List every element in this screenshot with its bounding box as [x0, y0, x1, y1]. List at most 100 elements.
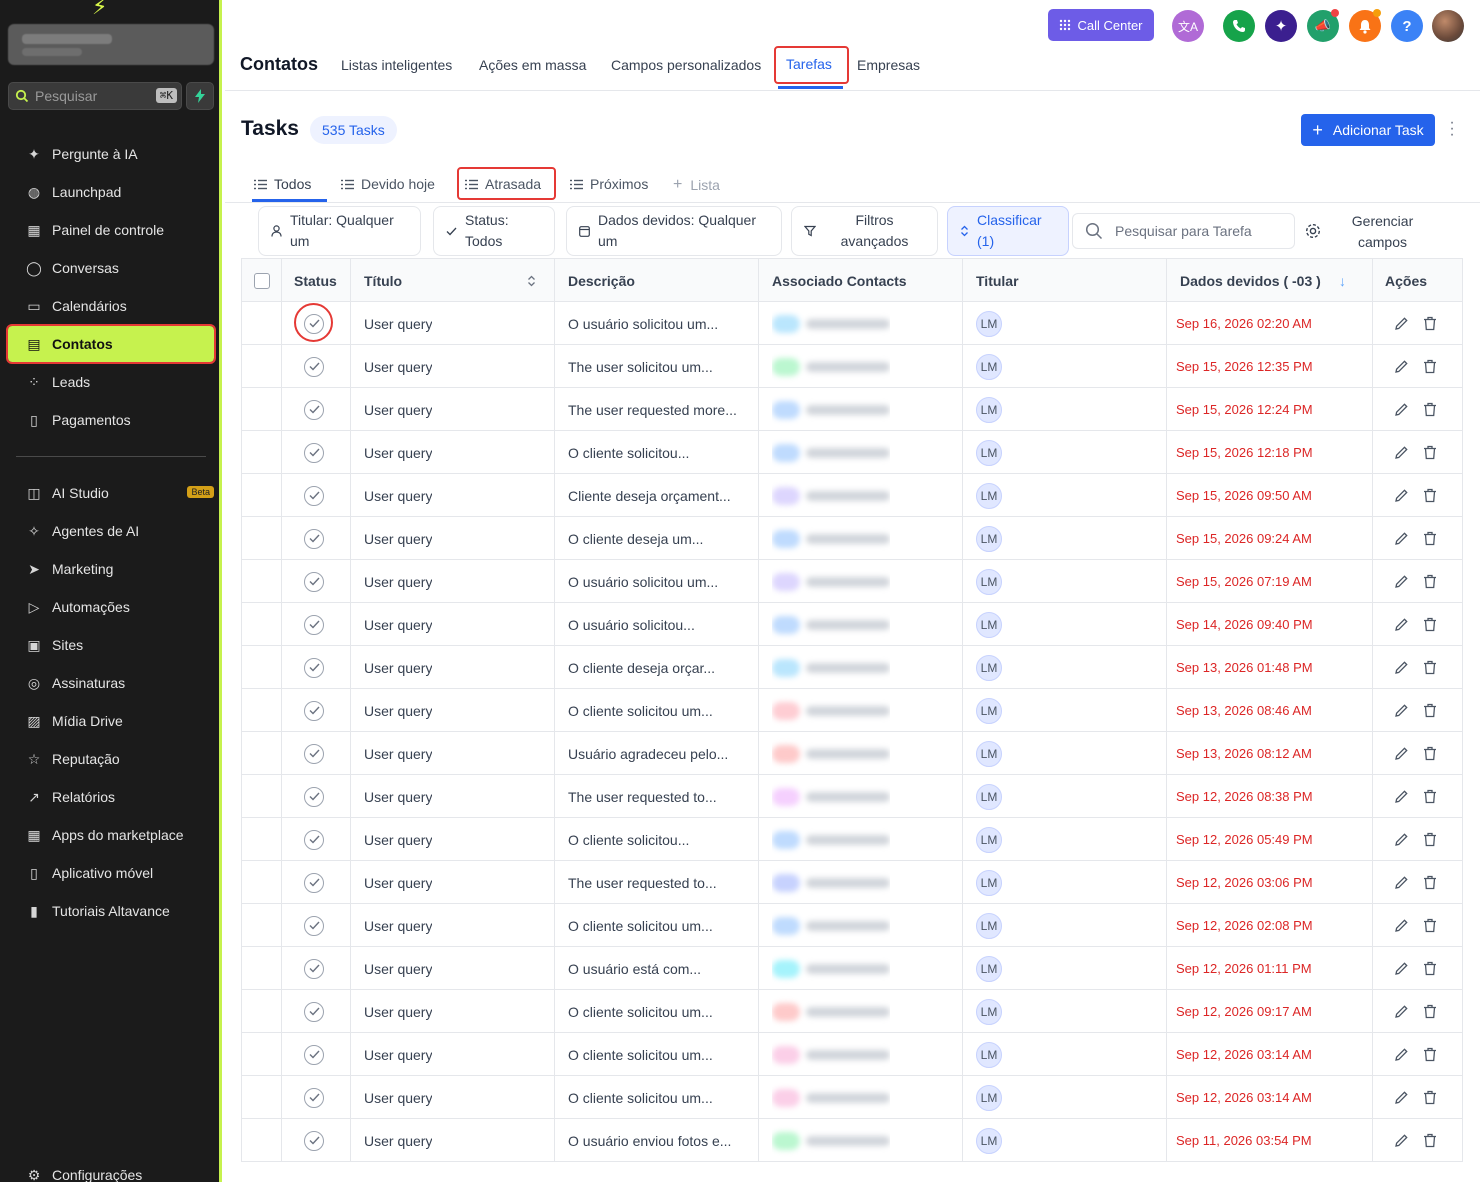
- task-title[interactable]: User query: [364, 818, 432, 861]
- associated-contact[interactable]: [772, 861, 890, 904]
- task-status-toggle[interactable]: [304, 431, 324, 474]
- table-row[interactable]: User query O usuário está com... LM Sep 12,…: [242, 947, 1462, 990]
- table-row[interactable]: User query O usuário enviou fotos e... LM S…: [242, 1119, 1462, 1162]
- task-title[interactable]: User query: [364, 689, 432, 732]
- sidebar-item-ai-studio[interactable]: ◫ AI Studio Beta: [8, 475, 214, 511]
- associated-contact[interactable]: [772, 904, 890, 947]
- edit-pencil-icon[interactable]: [1394, 574, 1409, 589]
- task-title[interactable]: User query: [364, 345, 432, 388]
- task-status-toggle[interactable]: [304, 861, 324, 904]
- trash-icon[interactable]: [1423, 1090, 1437, 1105]
- table-row[interactable]: User query Usuário agradeceu pelo... LM Sep…: [242, 732, 1462, 775]
- table-row[interactable]: User query O cliente solicitou um... LM Sep…: [242, 990, 1462, 1033]
- sidebar-item-apps-do-marketplace[interactable]: ▦ Apps do marketplace: [8, 817, 214, 853]
- add-task-button[interactable]: + Adicionar Task: [1301, 114, 1435, 146]
- table-row[interactable]: User query O cliente deseja um... LM Sep 15…: [242, 517, 1462, 560]
- task-status-toggle[interactable]: [304, 775, 324, 818]
- associated-contact[interactable]: [772, 474, 890, 517]
- sidebar-item-midia-drive[interactable]: ▨ Mídia Drive: [8, 703, 214, 739]
- task-status-toggle[interactable]: [304, 732, 324, 775]
- edit-pencil-icon[interactable]: [1394, 445, 1409, 460]
- tab-empresas[interactable]: Empresas: [857, 57, 920, 73]
- trash-icon[interactable]: [1423, 1004, 1437, 1019]
- check-circle-icon[interactable]: [304, 485, 324, 506]
- task-status-toggle[interactable]: [304, 1033, 324, 1076]
- associated-contact[interactable]: [772, 1119, 890, 1162]
- table-row[interactable]: User query O cliente deseja orçar... LM Sep…: [242, 646, 1462, 689]
- table-row[interactable]: User query The user solicitou um... LM Sep …: [242, 345, 1462, 388]
- sidebar-item-pergunte-a-ia[interactable]: ✦ Pergunte à IA: [8, 136, 214, 172]
- sidebar-item-painel-de-controle[interactable]: ▦ Painel de controle: [8, 212, 214, 248]
- task-status-toggle[interactable]: [304, 990, 324, 1033]
- edit-pencil-icon[interactable]: [1394, 660, 1409, 675]
- column-associated-contacts[interactable]: Associado Contacts: [772, 259, 907, 302]
- associated-contact[interactable]: [772, 388, 890, 431]
- edit-pencil-icon[interactable]: [1394, 1133, 1409, 1148]
- associated-contact[interactable]: [772, 732, 890, 775]
- owner-filter[interactable]: Titular: Qualquer um: [258, 206, 421, 256]
- check-circle-icon[interactable]: [304, 657, 324, 678]
- check-circle-icon[interactable]: [304, 829, 324, 850]
- task-search-input[interactable]: Pesquisar para Tarefa: [1072, 213, 1295, 249]
- edit-pencil-icon[interactable]: [1394, 746, 1409, 761]
- column-status[interactable]: Status: [294, 259, 337, 302]
- task-title[interactable]: User query: [364, 474, 432, 517]
- task-status-toggle[interactable]: [304, 474, 324, 517]
- trash-icon[interactable]: [1423, 703, 1437, 718]
- translate-button[interactable]: 文A: [1172, 10, 1204, 42]
- task-title[interactable]: User query: [364, 1033, 432, 1076]
- manage-fields-button[interactable]: Gerenciar campos: [1340, 211, 1425, 253]
- check-circle-icon[interactable]: [304, 958, 324, 979]
- trash-icon[interactable]: [1423, 445, 1437, 460]
- phone-button[interactable]: [1223, 10, 1255, 42]
- sidebar-item-leads[interactable]: ⁘ Leads: [8, 364, 214, 400]
- task-status-toggle[interactable]: [304, 646, 324, 689]
- task-status-toggle[interactable]: [304, 345, 324, 388]
- sidebar-item-automacoes[interactable]: ▷ Automações: [8, 589, 214, 625]
- task-title[interactable]: User query: [364, 517, 432, 560]
- trash-icon[interactable]: [1423, 316, 1437, 331]
- subtab-devido-hoje[interactable]: Devido hoje: [341, 176, 435, 192]
- table-row[interactable]: User query Cliente deseja orçament... LM Se…: [242, 474, 1462, 517]
- trash-icon[interactable]: [1423, 1133, 1437, 1148]
- task-status-toggle[interactable]: [304, 1076, 324, 1119]
- trash-icon[interactable]: [1423, 961, 1437, 976]
- brand-logo[interactable]: ⚡: [92, 0, 107, 20]
- edit-pencil-icon[interactable]: [1394, 832, 1409, 847]
- task-title[interactable]: User query: [364, 560, 432, 603]
- check-circle-icon[interactable]: [304, 1044, 324, 1065]
- check-circle-icon[interactable]: [304, 571, 324, 592]
- task-title[interactable]: User query: [364, 904, 432, 947]
- table-row[interactable]: User query The user requested to... LM Sep …: [242, 775, 1462, 818]
- sidebar-item-calendarios[interactable]: ▭ Calendários: [8, 288, 214, 324]
- task-status-toggle[interactable]: [304, 689, 324, 732]
- check-circle-icon[interactable]: [304, 1130, 324, 1151]
- check-circle-icon[interactable]: [304, 700, 324, 721]
- sidebar-item-conversas[interactable]: ◯ Conversas: [8, 250, 214, 286]
- edit-pencil-icon[interactable]: [1394, 1004, 1409, 1019]
- task-status-toggle[interactable]: [304, 517, 324, 560]
- associated-contact[interactable]: [772, 431, 890, 474]
- trash-icon[interactable]: [1423, 875, 1437, 890]
- associated-contact[interactable]: [772, 947, 890, 990]
- task-title[interactable]: User query: [364, 947, 432, 990]
- check-circle-icon[interactable]: [304, 786, 324, 807]
- table-row[interactable]: User query O usuário solicitou um... LM Sep…: [242, 560, 1462, 603]
- check-circle-icon[interactable]: [304, 872, 324, 893]
- sort-button[interactable]: Classificar (1): [947, 206, 1069, 256]
- associated-contact[interactable]: [772, 517, 890, 560]
- associated-contact[interactable]: [772, 345, 890, 388]
- table-row[interactable]: User query O usuário solicitou... LM Sep 14…: [242, 603, 1462, 646]
- trash-icon[interactable]: [1423, 789, 1437, 804]
- table-row[interactable]: User query O cliente solicitou um... LM Sep…: [242, 904, 1462, 947]
- table-settings-icon[interactable]: [1304, 222, 1322, 240]
- edit-pencil-icon[interactable]: [1394, 918, 1409, 933]
- check-circle-icon[interactable]: [304, 915, 324, 936]
- associated-contact[interactable]: [772, 646, 890, 689]
- trash-icon[interactable]: [1423, 359, 1437, 374]
- sidebar-item-contatos[interactable]: ▤ Contatos: [6, 324, 216, 364]
- edit-pencil-icon[interactable]: [1394, 703, 1409, 718]
- associated-contact[interactable]: [772, 302, 890, 345]
- edit-pencil-icon[interactable]: [1394, 1090, 1409, 1105]
- column-description[interactable]: Descrição: [568, 259, 635, 302]
